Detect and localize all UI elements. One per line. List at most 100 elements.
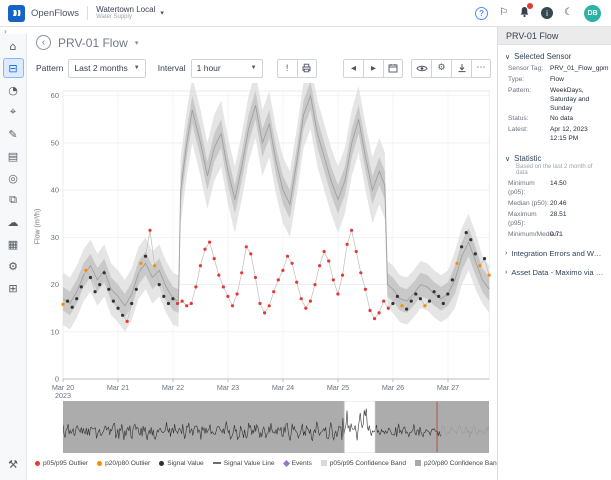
signal-dot [332, 278, 335, 281]
pattern-value: Last 2 months [74, 63, 127, 73]
collapsed-section-1[interactable]: ›Asset Data - Maximo via BECS [505, 268, 604, 277]
legend-item-p20-p80-outlier[interactable]: p20/p80 Outlier [97, 460, 150, 467]
sidebar-item-reports[interactable]: ▤ [3, 146, 24, 166]
dark-mode-moon-icon[interactable]: ☾ [564, 8, 573, 18]
timeseries-chart-svg[interactable]: 0102030405060Mar 202023Mar 21Mar 22Mar 2… [37, 83, 495, 401]
download-button[interactable] [451, 59, 471, 78]
events-exclamation-button[interactable]: ! [277, 59, 297, 78]
sidebar-item-edit[interactable]: ✎ [3, 124, 24, 144]
legend-label: p20/p80 Confidence Band [424, 460, 500, 467]
chart-legend: p05/p95 Outlier p20/p80 Outlier Signal Val… [35, 458, 497, 468]
navigator-svg[interactable] [63, 401, 489, 453]
sidebar-item-watch[interactable]: ◎ [3, 168, 24, 188]
pan-right-button[interactable]: ▶ [363, 59, 383, 78]
signal-dot [378, 311, 381, 314]
legend-item-p05-p95-confidence-band[interactable]: p05/p95 Confidence Band [321, 460, 406, 467]
sidebar-item-devices[interactable]: ⚙ [3, 256, 24, 276]
main-chart[interactable]: Flow (m³/h) 0102030405060Mar 202023Mar 2… [29, 83, 497, 401]
signal-dot [446, 292, 449, 295]
legend-item-signal-value-line[interactable]: Signal Value Line [213, 460, 275, 467]
brand-name: OpenFlows [31, 8, 79, 19]
pan-left-button[interactable]: ◀ [343, 59, 363, 78]
eye-icon [416, 64, 428, 73]
circle-swatch-icon [35, 461, 40, 466]
signal-dot [451, 278, 454, 281]
title-caret-icon[interactable]: ▾ [135, 39, 139, 47]
visibility-button[interactable] [411, 59, 431, 78]
sidebar-item-copies[interactable]: ⧉ [3, 190, 24, 210]
signal-dot [139, 262, 142, 265]
more-options-button[interactable]: ⋯ [471, 59, 491, 78]
notifications-bell-icon[interactable] [519, 6, 530, 21]
chevron-right-icon: › [505, 250, 507, 257]
chevron-down-icon: ∨ [505, 155, 510, 163]
flag-icon[interactable]: ⚐ [499, 8, 508, 18]
range-navigator[interactable] [63, 401, 489, 453]
legend-label: Events [292, 460, 312, 467]
print-button[interactable] [297, 59, 317, 78]
help-icon[interactable]: ? [475, 7, 488, 20]
sidebar-item-cloud[interactable]: ☁ [3, 212, 24, 232]
signal-dot [469, 238, 472, 241]
back-button[interactable]: ‹ [36, 35, 51, 50]
signal-dot [236, 292, 239, 295]
statistic-row: Median (p50):20.46 [508, 200, 604, 209]
user-avatar[interactable]: DB [584, 5, 601, 22]
devices-icon: ⚙ [8, 260, 18, 273]
signal-dot [167, 302, 170, 305]
signal-dot [272, 290, 275, 293]
date-range-button[interactable] [383, 59, 403, 78]
sidebar-item-hydrants[interactable]: ⌖ [3, 102, 24, 122]
svg-text:40: 40 [51, 186, 59, 195]
statistic-label: Median (p50): [508, 200, 550, 209]
sidebar-item-tools[interactable]: ⚒ [3, 454, 24, 474]
svg-text:30: 30 [51, 233, 59, 242]
selected-sensor-section-header[interactable]: ∨ Selected Sensor [505, 52, 604, 61]
sensor-label: Pattern: [508, 87, 550, 114]
interval-dropdown[interactable]: 1 hour ▼ [191, 59, 263, 78]
signal-dot [465, 231, 468, 234]
settings-button[interactable]: ⚙ [431, 59, 451, 78]
statistic-section-header[interactable]: ∨ Statistic [505, 154, 604, 163]
sensor-label: Status: [508, 115, 550, 124]
collapsed-section-title: Asset Data - Maximo via BECS [511, 268, 604, 277]
workspace-caret-icon[interactable]: ▾ [160, 9, 164, 17]
svg-text:Mar 27: Mar 27 [437, 383, 459, 392]
signal-dot [158, 283, 161, 286]
legend-item-events[interactable]: Events [284, 460, 312, 467]
sidebar-item-zones[interactable]: ▦ [3, 234, 24, 254]
chevron-down-icon: ∨ [505, 53, 510, 61]
signal-dot [433, 290, 436, 293]
statistic-label: Minimum/Median: [508, 231, 550, 240]
statistic-subtitle: Based on the last 2 month of data [516, 164, 604, 176]
legend-item-p05-p95-outlier[interactable]: p05/p95 Outlier [35, 460, 88, 467]
sensor-value: No data [550, 115, 604, 124]
chart-plot[interactable]: 0102030405060Mar 202023Mar 21Mar 22Mar 2… [37, 83, 495, 406]
collapsed-section-0[interactable]: ›Integration Errors and Warnings [505, 249, 604, 258]
statistic-value: 28.51 [550, 211, 604, 229]
signal-dot [323, 250, 326, 253]
legend-item-signal-value[interactable]: Signal Value [159, 460, 204, 467]
svg-text:60: 60 [51, 91, 59, 100]
page-title-row: ‹ PRV-01 Flow ▾ [36, 35, 138, 50]
sidebar-item-gauges[interactable]: ◔ [3, 80, 24, 100]
sensor-label: Type: [508, 76, 550, 85]
sidebar-item-stations[interactable]: ⊞ [3, 278, 24, 298]
info-icon[interactable]: i [541, 7, 553, 19]
pattern-dropdown[interactable]: Last 2 months ▼ [68, 59, 145, 78]
chevron-down-icon: ▼ [251, 65, 257, 71]
legend-item-p20-p80-confidence-band[interactable]: p20/p80 Confidence Band [415, 460, 500, 467]
statistic-rows: Minimum (p05):14.50Median (p50):20.46Max… [505, 180, 604, 239]
signal-dot [153, 264, 156, 267]
svg-text:Mar 23: Mar 23 [217, 383, 239, 392]
square-swatch-icon [321, 460, 327, 466]
sidebar-item-home[interactable]: ⌂ [3, 36, 24, 56]
sidebar-item-sensors[interactable]: ⊟ [3, 58, 24, 78]
workspace-subtitle: Water Supply [96, 14, 155, 20]
main-content: ‹ PRV-01 Flow ▾ Pattern Last 2 months ▼ … [27, 27, 497, 480]
workspace-selector[interactable]: Watertown Local Water Supply [96, 6, 155, 21]
sensor-row: Latest:Apr 12, 2023 12:15 PM [508, 126, 604, 144]
square-swatch-icon [415, 460, 421, 466]
signal-dot [144, 255, 147, 258]
navigator-right-mask[interactable] [375, 401, 489, 453]
